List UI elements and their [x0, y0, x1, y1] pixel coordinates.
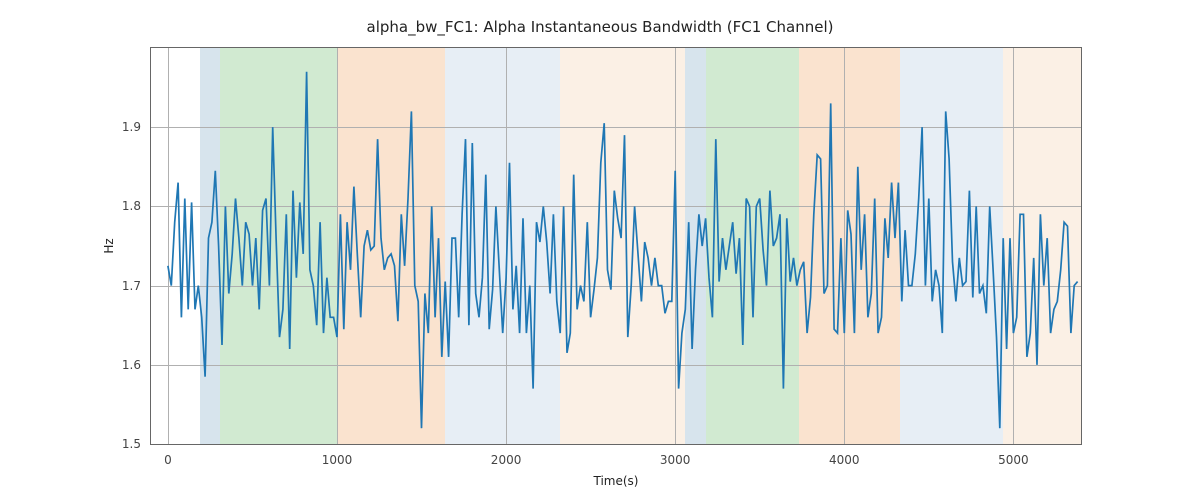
plot-area — [151, 48, 1081, 444]
line-series — [168, 72, 1078, 428]
axes: Time(s) Hz 0100020003000400050001.51.61.… — [150, 47, 1082, 445]
figure: alpha_bw_FC1: Alpha Instantaneous Bandwi… — [0, 0, 1200, 500]
line-layer — [151, 48, 1081, 444]
x-tick-label: 3000 — [660, 453, 691, 467]
x-tick-label: 0 — [164, 453, 172, 467]
x-tick-label: 4000 — [829, 453, 860, 467]
y-tick-label: 1.7 — [122, 279, 141, 293]
y-tick-label: 1.9 — [122, 120, 141, 134]
y-tick-label: 1.6 — [122, 358, 141, 372]
x-axis-label: Time(s) — [594, 474, 639, 488]
x-tick-label: 1000 — [322, 453, 353, 467]
y-tick-label: 1.5 — [122, 437, 141, 451]
chart-title: alpha_bw_FC1: Alpha Instantaneous Bandwi… — [0, 18, 1200, 36]
y-axis-label: Hz — [102, 238, 116, 253]
x-tick-label: 2000 — [491, 453, 522, 467]
y-tick-label: 1.8 — [122, 199, 141, 213]
x-tick-label: 5000 — [998, 453, 1029, 467]
